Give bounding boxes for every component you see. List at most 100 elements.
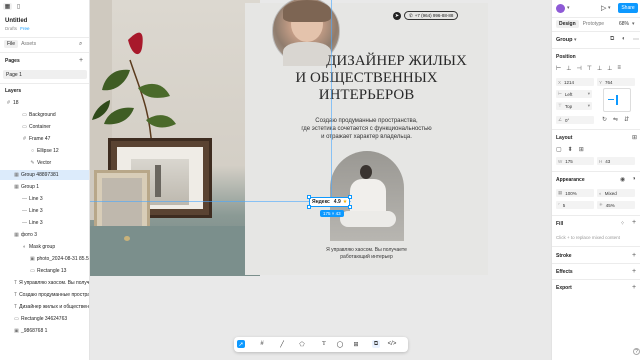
- frame-tool-icon[interactable]: #: [258, 340, 266, 348]
- main-menu-icon[interactable]: ▦: [3, 3, 12, 10]
- file-name[interactable]: Untitled: [5, 18, 27, 24]
- text-tool-icon[interactable]: T: [320, 340, 328, 348]
- distribute-icon[interactable]: ≡: [617, 65, 621, 72]
- layout-free-icon[interactable]: ▢: [556, 146, 562, 153]
- chevron-down-icon[interactable]: ▾: [567, 5, 570, 11]
- tab-assets[interactable]: Assets: [21, 41, 36, 47]
- component-icon[interactable]: ⧉: [610, 36, 614, 43]
- layer-row[interactable]: ▦ фото 3: [0, 230, 89, 240]
- add-export-icon[interactable]: +: [632, 284, 636, 291]
- sidebar-toggle-icon[interactable]: ▯: [15, 3, 22, 10]
- layer-row[interactable]: TЯ управляю хаосом. Вы получаете...: [0, 278, 89, 288]
- tab-design[interactable]: Design: [556, 20, 579, 28]
- layer-row[interactable]: — Line 3: [0, 206, 89, 216]
- layer-row[interactable]: — Line 3: [0, 194, 89, 204]
- layer-row[interactable]: ▭ Container: [0, 122, 89, 132]
- more-icon[interactable]: ⋯: [633, 36, 639, 43]
- rotation-field[interactable]: ∠ 0°: [556, 116, 594, 124]
- layer-row[interactable]: ▣ _9868768 1: [0, 326, 89, 336]
- zoom-chevron-icon[interactable]: ▾: [632, 21, 635, 27]
- present-icon[interactable]: ▷: [601, 4, 606, 12]
- layer-row[interactable]: # Frame 47: [0, 134, 89, 144]
- flip-v-icon[interactable]: ⇵: [624, 116, 629, 123]
- corner-smoothing-field[interactable]: ✳ 45%: [597, 201, 635, 209]
- layout-grid-icon[interactable]: ⊞: [579, 146, 584, 153]
- layer-type-icon: ◐: [22, 244, 27, 250]
- canvas[interactable]: ➤ ✆ +7 (964) 996-88-88 ДИЗАЙНЕР ЖИЛЫХ И …: [90, 0, 551, 360]
- layer-row[interactable]: T Дизайнер жилых и общественн...: [0, 302, 89, 312]
- add-fill-icon[interactable]: +: [632, 219, 636, 226]
- corner-radius-field[interactable]: ◜ 5: [556, 201, 594, 209]
- telegram-icon[interactable]: ➤: [393, 11, 401, 20]
- vertical-constraint[interactable]: ⊤ Top ▾: [556, 102, 592, 110]
- export-title: Export: [556, 285, 572, 291]
- rotate-icon[interactable]: ↻: [602, 116, 607, 123]
- layer-row[interactable]: ▣ photo_2024-08-31 85.5...: [0, 254, 89, 264]
- layer-row[interactable]: ◐ Mask group: [0, 242, 89, 252]
- layer-label: Group 48897381: [21, 172, 59, 178]
- align-left-icon[interactable]: ⊢: [556, 65, 561, 72]
- visibility-icon[interactable]: ◉: [620, 176, 625, 183]
- height-field[interactable]: H 43: [597, 157, 635, 165]
- actions-tool-icon[interactable]: ⊞: [352, 340, 360, 348]
- drafts-label[interactable]: Drafts: [5, 26, 17, 31]
- zoom-level[interactable]: 68%: [619, 21, 629, 27]
- layer-row[interactable]: ▦ Group 48897381: [0, 170, 89, 180]
- layer-row[interactable]: ▭ Background: [0, 110, 89, 120]
- layer-row[interactable]: #18: [0, 98, 89, 108]
- resize-handle-br[interactable]: [348, 205, 352, 209]
- dev-mode-icon[interactable]: </>: [388, 340, 397, 348]
- share-button[interactable]: Share: [618, 3, 638, 13]
- resize-handle-tl[interactable]: [307, 195, 311, 199]
- align-right-icon[interactable]: ⊣: [576, 65, 581, 72]
- ui3-toggle-icon[interactable]: ⧉: [372, 340, 380, 348]
- layer-row[interactable]: ▭ Rectangle 13: [0, 266, 89, 276]
- add-stroke-icon[interactable]: +: [632, 252, 636, 259]
- layout-vertical-icon[interactable]: ⬍: [568, 146, 573, 153]
- add-page-icon[interactable]: +: [79, 57, 83, 64]
- flip-h-icon[interactable]: ⇋: [613, 116, 618, 123]
- yandex-rating-badge[interactable]: Яндекс 4.9 ★: [309, 197, 350, 207]
- align-center-v-icon[interactable]: ⊥: [597, 65, 602, 72]
- horizontal-constraint[interactable]: ⊢ Left ▾: [556, 90, 592, 98]
- avatar[interactable]: [556, 4, 565, 13]
- constraints-widget[interactable]: [603, 88, 631, 112]
- add-effect-icon[interactable]: +: [632, 268, 636, 275]
- blend-icon[interactable]: ◑: [632, 176, 636, 182]
- shape-tool-icon[interactable]: ⬠: [298, 340, 306, 348]
- design-frame[interactable]: ➤ ✆ +7 (964) 996-88-88 ДИЗАЙНЕР ЖИЛЫХ И …: [245, 0, 488, 275]
- comment-tool-icon[interactable]: ◯: [336, 340, 344, 348]
- tab-prototype[interactable]: Prototype: [583, 21, 604, 27]
- layer-row[interactable]: ○ Ellipse 12: [0, 146, 89, 156]
- present-chevron-icon[interactable]: ▾: [608, 5, 611, 11]
- layer-row[interactable]: ✎ Vector: [0, 158, 89, 168]
- blend-field[interactable]: ◐ Mixed: [597, 189, 635, 197]
- search-icon[interactable]: ⌕: [79, 41, 82, 48]
- align-center-h-icon[interactable]: ⊥: [566, 65, 571, 72]
- selection-chevron-icon[interactable]: ▾: [574, 37, 577, 43]
- x-field[interactable]: X 1214: [556, 78, 594, 86]
- layer-row[interactable]: ▦ Group 1: [0, 182, 89, 192]
- width-field[interactable]: W 175: [556, 157, 594, 165]
- layer-row[interactable]: ▭ Rectangle 34624763: [0, 314, 89, 324]
- transform-buttons: ↻ ⇋ ⇵: [602, 116, 629, 123]
- opacity-field[interactable]: ▦ 100%: [556, 189, 594, 197]
- mask-icon[interactable]: ◐: [622, 36, 626, 42]
- y-field[interactable]: Y 764: [597, 78, 635, 86]
- phone-pill[interactable]: ✆ +7 (964) 996-88-88: [404, 11, 459, 20]
- selection-type[interactable]: Group: [556, 37, 573, 43]
- fill-styles-icon[interactable]: ⁘: [620, 220, 625, 227]
- align-top-icon[interactable]: ⊤: [587, 65, 592, 72]
- help-icon[interactable]: ?: [633, 348, 640, 355]
- layer-row[interactable]: TСоздаю продуманные простран...: [0, 290, 89, 300]
- resize-handle-tr[interactable]: [348, 195, 352, 199]
- move-tool-icon[interactable]: ➚: [237, 340, 245, 348]
- align-bottom-icon[interactable]: ⊥: [607, 65, 612, 72]
- avatar-hair: [283, 0, 331, 22]
- tab-file[interactable]: File: [4, 40, 19, 48]
- auto-layout-icon[interactable]: ⊞: [632, 134, 637, 141]
- page-item[interactable]: Page 1: [3, 70, 87, 79]
- pen-tool-icon[interactable]: ╱: [278, 340, 286, 348]
- resize-handle-bl[interactable]: [307, 205, 311, 209]
- layer-row[interactable]: — Line 3: [0, 218, 89, 228]
